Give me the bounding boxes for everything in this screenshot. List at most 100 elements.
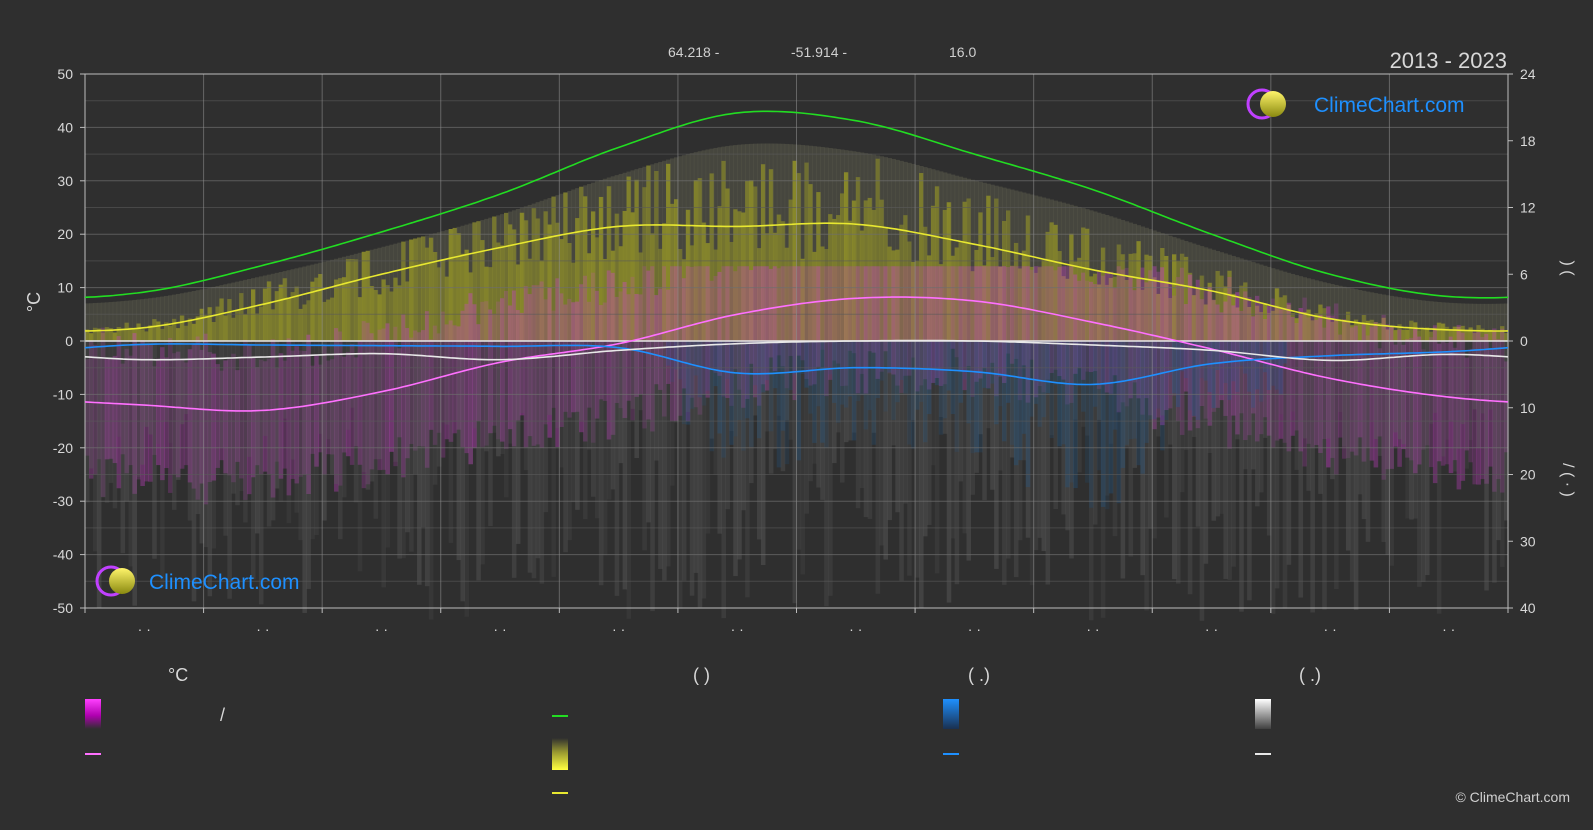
rain-band [756, 341, 762, 439]
snow-band [168, 341, 173, 443]
snow-band [527, 341, 533, 573]
copyright-text[interactable]: © ClimeChart.com [1455, 789, 1570, 805]
snow-band [1286, 341, 1292, 565]
sunshine-band [1440, 323, 1446, 341]
rain-band [839, 341, 845, 405]
snow-band [148, 341, 153, 435]
sunshine-band [349, 259, 355, 341]
temperature-band [871, 266, 877, 353]
snow-band [472, 341, 477, 429]
rain-band [1112, 341, 1118, 430]
rain-band [1009, 341, 1015, 445]
rain-band [1053, 341, 1058, 385]
snow-band [610, 341, 616, 490]
snow-band [1444, 341, 1450, 440]
snow-band [1448, 341, 1454, 422]
snow-band [385, 341, 390, 548]
snow-band [337, 341, 343, 540]
rain-band [804, 341, 809, 388]
snow-band [306, 341, 311, 589]
snow-band [484, 341, 489, 452]
x-tick-label: · · [968, 621, 981, 637]
y-tick-label: -30 [53, 493, 73, 509]
sunshine-band [290, 292, 296, 341]
rain-band [847, 341, 853, 397]
rain-band [1096, 341, 1102, 471]
snow-band [136, 341, 141, 477]
sunshine-band [211, 322, 217, 341]
y-tick-label: -10 [53, 386, 73, 402]
rain-band [666, 341, 671, 366]
snow-band [92, 341, 98, 552]
sunshine-band [231, 317, 236, 341]
rain-band [1025, 341, 1031, 488]
snow-band [539, 341, 545, 584]
sunshine-band [207, 307, 213, 341]
snow-band [152, 341, 157, 559]
sunshine-band [243, 314, 248, 341]
snow-band [381, 341, 387, 588]
snow-band [662, 341, 667, 581]
snow-band [432, 341, 438, 485]
y-tick-label: 0 [65, 333, 73, 349]
snow-band [361, 341, 367, 473]
rain-band [1077, 341, 1082, 386]
snow-band [164, 341, 169, 422]
x-tick-label: · · [849, 621, 862, 637]
y-tick-label: 20 [57, 226, 73, 242]
rain-band [863, 341, 869, 430]
snow-band [1393, 341, 1398, 433]
rain-band [1081, 341, 1086, 412]
snow-band [1452, 341, 1458, 472]
snow-band [1349, 341, 1355, 582]
rain-band [1073, 341, 1078, 489]
rain-band [954, 341, 960, 452]
rain-band [907, 341, 912, 445]
sunshine-band [330, 297, 335, 341]
sunshine-band [171, 318, 177, 341]
sunshine-band [409, 239, 414, 341]
rain-band [994, 341, 999, 425]
x-tick-label: · · [375, 621, 388, 637]
sunshine-band [397, 285, 402, 341]
snow-band [397, 341, 402, 559]
snow-band [551, 341, 556, 577]
snow-band [266, 341, 272, 527]
snow-band [1460, 341, 1466, 425]
sunshine-band [1393, 330, 1398, 341]
snow-band [559, 341, 564, 468]
snow-band [476, 341, 481, 581]
snow-band [262, 341, 268, 436]
rain-band [1191, 341, 1197, 416]
snow-band [132, 341, 137, 606]
sunshine-band [413, 238, 418, 341]
brand-logo-top[interactable]: ClimeChart.com [1246, 88, 1465, 120]
snow-band [207, 341, 213, 597]
snow-band [88, 341, 94, 469]
rain-band [915, 341, 920, 410]
temperature-band [820, 266, 825, 350]
rain-band [1100, 341, 1106, 507]
snow-band [642, 341, 647, 551]
snow-band [405, 341, 410, 533]
legend-header-rain: ( .) [968, 665, 990, 685]
snow-band [294, 341, 300, 513]
snow-band [235, 341, 240, 506]
brand-logo-bottom[interactable]: ClimeChart.com [95, 565, 300, 597]
sunshine-band [341, 277, 347, 341]
rain-band [729, 341, 734, 445]
snow-band [334, 341, 339, 485]
rain-band [966, 341, 972, 424]
snow-band [590, 341, 596, 497]
rain-band [1175, 341, 1181, 408]
rain-band [768, 341, 774, 432]
y2-top-tick-label: 24 [1520, 66, 1536, 82]
x-tick-label: · · [731, 621, 744, 637]
rain-band [950, 341, 956, 415]
rain-band [725, 341, 730, 379]
snow-band [1440, 341, 1446, 457]
rain-band [1116, 341, 1122, 504]
snow-band [365, 341, 371, 490]
snow-band [567, 341, 572, 541]
snow-band [1500, 341, 1505, 567]
